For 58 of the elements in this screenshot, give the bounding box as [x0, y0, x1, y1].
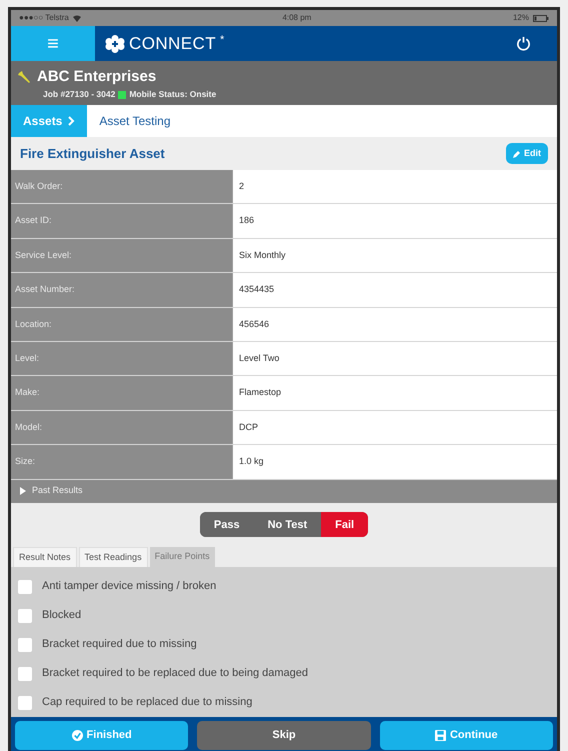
tab[interactable]: Result Notes [13, 547, 77, 568]
result-option[interactable]: Fail [321, 512, 368, 538]
edit-button[interactable]: Edit [506, 143, 548, 164]
field-value: Six Monthly [239, 248, 286, 262]
app-mark: * [220, 32, 224, 48]
checkbox-label: Bracket required due to missing [42, 637, 197, 652]
caret-icon [19, 487, 27, 496]
customer-name: ABC Enterprises [37, 66, 156, 87]
finished-button[interactable]: Finished [15, 721, 188, 750]
field-label: Size: [15, 455, 36, 468]
tab[interactable]: Failure Points [150, 547, 215, 568]
checkbox-label: Cap required to be replaced due to missing [42, 695, 252, 710]
checkbox[interactable] [18, 580, 32, 594]
field-label: Asset ID: [15, 214, 52, 228]
field-label: Location: [15, 318, 52, 331]
battery-percent: 12% [512, 12, 529, 24]
checkbox-label: Anti tamper device missing / broken [42, 579, 216, 594]
breadcrumb-link[interactable]: Assets [11, 105, 88, 138]
battery-icon [532, 14, 549, 22]
checkbox[interactable] [18, 666, 32, 681]
status-time: 4:08 pm [282, 12, 312, 24]
menu-button[interactable]: ≡ [11, 26, 95, 62]
field-value: Level Two [239, 352, 280, 365]
checkbox[interactable] [18, 696, 32, 710]
field-value: Flamestop [239, 386, 282, 400]
checkbox[interactable] [18, 608, 32, 623]
checkbox-label: Blocked [42, 608, 82, 624]
wifi-icon [72, 14, 81, 22]
field-value: 1.0 kg [239, 455, 264, 468]
skip-button[interactable]: Skip [197, 721, 371, 750]
field-value: 4354435 [239, 283, 274, 296]
check-circle-icon [72, 730, 83, 742]
field-label: Asset Number: [15, 283, 75, 296]
field-label: Level: [15, 352, 40, 365]
carrier-name: ●●●○○ Telstra [19, 12, 69, 24]
field-label: Walk Order: [15, 180, 63, 193]
power-button[interactable] [515, 36, 531, 52]
continue-button[interactable]: Continue [380, 721, 553, 750]
checkbox[interactable] [18, 638, 32, 652]
field-value: 456546 [239, 318, 270, 331]
job-number: Job #27130 - 3042 [43, 88, 116, 101]
logo-icon [105, 34, 125, 53]
mobile-status: Mobile Status: Onsite [129, 88, 216, 101]
field-label: Service Level: [15, 248, 72, 262]
field-value: DCP [239, 420, 258, 434]
field-label: Model: [15, 420, 42, 434]
save-icon [434, 730, 446, 742]
field-label: Make: [15, 386, 40, 400]
asset-title: Fire Extinguisher Asset [20, 144, 165, 163]
tab[interactable]: Test Readings [78, 547, 148, 568]
pencil-icon [513, 150, 521, 158]
app-name: CONNECT [129, 32, 216, 55]
chevron-icon [68, 116, 76, 126]
field-value: 2 [239, 180, 244, 193]
wrench-icon [17, 70, 31, 84]
field-value: 186 [239, 214, 254, 228]
checkbox-label: Bracket required to be replaced due to being damaged [42, 666, 308, 682]
past-results-toggle[interactable]: Past Results [11, 480, 557, 503]
